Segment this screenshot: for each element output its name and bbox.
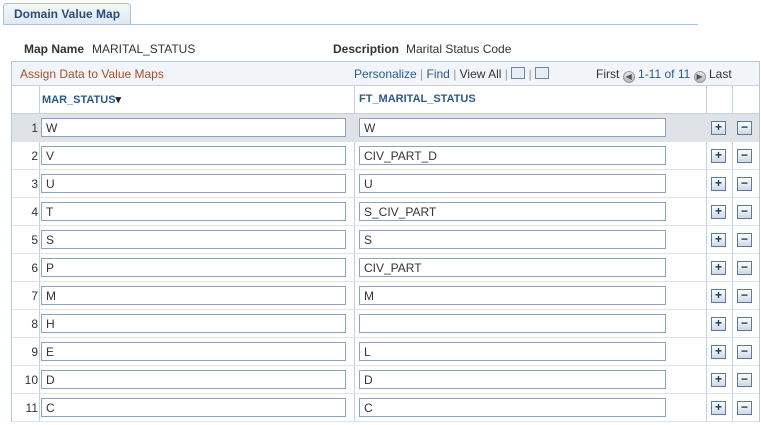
add-row-button[interactable]: + (711, 317, 726, 331)
row-number: 10 (24, 373, 38, 387)
grid-toolbar: Assign Data to Value Maps Personalize | … (12, 62, 759, 86)
row-number: 11 (25, 401, 38, 415)
grid-rows: 1+−2+−3+−4+−5+−6+−7+−8+−9+−10+−11+− (12, 114, 759, 422)
tab-domain-value-map[interactable]: Domain Value Map (3, 3, 132, 25)
add-row-button[interactable]: + (711, 205, 726, 219)
add-row-button[interactable]: + (711, 345, 726, 359)
delete-row-button[interactable]: − (737, 149, 752, 163)
sort-down-icon: ▾ (115, 94, 122, 106)
table-row: 10 +− (12, 366, 759, 394)
pagination: First ◀ 1-11 of 11 ▶ Last (596, 67, 732, 83)
ft-marital-status-input[interactable] (359, 174, 666, 193)
row-number: 3 (31, 177, 38, 191)
add-row-button[interactable]: + (711, 261, 726, 275)
table-row: 2 +− (12, 142, 759, 170)
delete-row-button[interactable]: − (737, 373, 752, 387)
spreadsheet-icon[interactable] (535, 67, 550, 79)
ft-marital-status-input[interactable] (359, 230, 666, 249)
column-headers: MAR_STATUS▾ FT_MARITAL_STATUS (12, 86, 759, 114)
value-map-grid: Assign Data to Value Maps Personalize | … (11, 61, 760, 422)
table-row: 7 +− (12, 282, 759, 310)
column-header-mar-status[interactable]: MAR_STATUS▾ (42, 93, 121, 106)
mar-status-input[interactable] (41, 202, 346, 221)
mar-status-input[interactable] (41, 370, 346, 389)
delete-row-button[interactable]: − (737, 233, 752, 247)
ft-marital-status-input[interactable] (359, 146, 666, 165)
view-all-link[interactable]: View All (460, 67, 502, 81)
table-row: 11 +− (12, 394, 759, 422)
row-number: 7 (31, 289, 38, 303)
ft-marital-status-input[interactable] (359, 286, 666, 305)
table-row: 3 +− (12, 170, 759, 198)
mar-status-input[interactable] (41, 146, 346, 165)
description-value: Marital Status Code (406, 42, 512, 56)
table-row: 5 +− (12, 226, 759, 254)
previous-arrow-icon[interactable]: ◀ (622, 71, 635, 83)
add-row-button[interactable]: + (711, 121, 726, 135)
mar-status-input[interactable] (41, 398, 346, 417)
mar-status-input[interactable] (41, 314, 346, 333)
table-row: 8 +− (12, 310, 759, 338)
add-row-button[interactable]: + (711, 233, 726, 247)
column-header-ft-marital-status[interactable]: FT_MARITAL_STATUS (359, 93, 476, 105)
find-link[interactable]: Find (427, 67, 450, 81)
table-row: 9 +− (12, 338, 759, 366)
table-row: 1 +− (12, 114, 759, 142)
tab-divider (3, 24, 698, 25)
add-row-button[interactable]: + (711, 401, 726, 415)
row-number: 6 (31, 261, 38, 275)
ft-marital-status-input[interactable] (359, 202, 666, 221)
last-label[interactable]: Last (709, 67, 732, 81)
delete-row-button[interactable]: − (737, 289, 752, 303)
mar-status-input[interactable] (41, 230, 346, 249)
new-window-icon[interactable] (511, 67, 526, 79)
mar-status-input[interactable] (41, 118, 346, 137)
add-row-button[interactable]: + (711, 149, 726, 163)
mar-status-input[interactable] (41, 342, 346, 361)
delete-row-button[interactable]: − (737, 121, 752, 135)
first-label[interactable]: First (596, 67, 619, 81)
add-row-button[interactable]: + (711, 177, 726, 191)
grid-title: Assign Data to Value Maps (20, 67, 164, 81)
delete-row-button[interactable]: − (737, 401, 752, 415)
mar-status-input[interactable] (41, 258, 346, 277)
ft-marital-status-input[interactable] (359, 258, 666, 277)
ft-marital-status-input[interactable] (359, 370, 666, 389)
add-row-button[interactable]: + (711, 373, 726, 387)
row-number: 8 (31, 317, 38, 331)
map-name-label: Map Name (24, 42, 85, 56)
delete-row-button[interactable]: − (737, 177, 752, 191)
delete-row-button[interactable]: − (737, 345, 752, 359)
row-number: 5 (31, 233, 38, 247)
add-row-button[interactable]: + (711, 289, 726, 303)
column-label: MAR_STATUS (42, 94, 116, 106)
delete-row-button[interactable]: − (737, 205, 752, 219)
row-number: 4 (31, 205, 38, 219)
table-row: 6 +− (12, 254, 759, 282)
row-number: 1 (31, 121, 38, 135)
ft-marital-status-input[interactable] (359, 118, 666, 137)
ft-marital-status-input[interactable] (359, 398, 666, 417)
mar-status-input[interactable] (41, 174, 346, 193)
description-label: Description (333, 42, 400, 56)
row-number: 2 (31, 149, 38, 163)
grid-nav-links: Personalize | Find | View All | | (354, 67, 550, 81)
row-number: 9 (31, 345, 38, 359)
ft-marital-status-input[interactable] (359, 314, 666, 333)
table-row: 4 +− (12, 198, 759, 226)
ft-marital-status-input[interactable] (359, 342, 666, 361)
personalize-link[interactable]: Personalize (354, 67, 417, 81)
map-name-value: MARITAL_STATUS (92, 42, 196, 56)
delete-row-button[interactable]: − (737, 317, 752, 331)
delete-row-button[interactable]: − (737, 261, 752, 275)
record-range: 1-11 of 11 (638, 67, 691, 81)
mar-status-input[interactable] (41, 286, 346, 305)
next-arrow-icon[interactable]: ▶ (693, 71, 706, 83)
